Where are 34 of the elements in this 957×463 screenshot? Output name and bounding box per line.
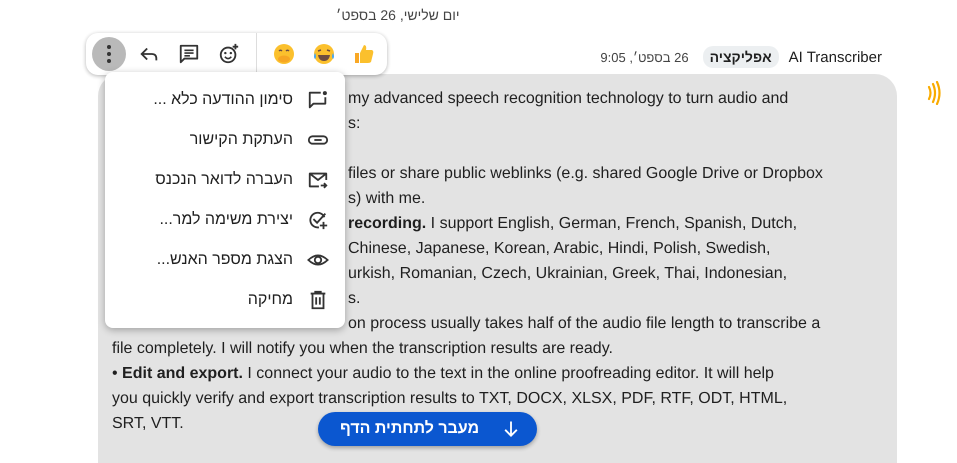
message-text: files or share public weblinks (e.g. shared Google Drive or Dropbox [348, 164, 823, 184]
date-divider: יום שלישי, 26 בספט׳ [336, 7, 460, 23]
menu-item[interactable]: העברה לדואר הנכנס [105, 160, 345, 200]
message-text: s. [348, 289, 360, 309]
laughing-face-icon [312, 42, 336, 66]
more-icon [107, 45, 111, 63]
message-text: s) with me. [348, 189, 426, 209]
menu-item[interactable]: סימון ההודעה כלא ... [105, 80, 345, 120]
menu-item[interactable]: מחיקה [105, 280, 345, 320]
more-button[interactable] [92, 37, 126, 71]
message-text: Chinese, Japanese, Korean, Arabic, Hindi, Polish, Swedish, [348, 239, 770, 259]
scroll-to-bottom-button[interactable]: מעבר לתחתית הדף [318, 412, 538, 446]
message-text: SRT, VTT. [112, 414, 184, 434]
menu-item[interactable]: הצגת מספר האנש... [105, 240, 345, 280]
app-badge: אפליקציה [702, 46, 779, 68]
check-plus-icon [307, 209, 329, 231]
message-text: urkish, Romanian, Czech, Ukrainian, Greek, Thai, Indonesian, [348, 264, 788, 284]
menu-item[interactable]: העתקת הקישור [105, 120, 345, 160]
chat-bubble-icon [307, 89, 329, 111]
thumbs-up-icon [352, 42, 376, 66]
message-text: s: [348, 114, 360, 134]
add-reaction-icon [218, 43, 240, 65]
message-text: you quickly verify and export transcription results to TXT, DOCX, XLSX, PDF, RTF, ODT, HTML, [112, 389, 788, 409]
message-text: • Edit and export. I connect your audio to the text in the online proofreading editor. It will help [112, 364, 774, 384]
message-text: my advanced speech recognition technology to turn audio and [348, 89, 788, 109]
sound-wave-icon [927, 81, 941, 105]
menu-item[interactable]: יצירת משימה למר... [105, 200, 345, 240]
message-text: on process usually takes half of the audio file length to transcribe a [348, 314, 820, 334]
message-time: 26 בספט׳, 9:05 [600, 50, 689, 64]
comment-icon [178, 43, 200, 65]
sender-name: AI Transcriber [788, 48, 882, 66]
message-text: recording. I support English, German, French, Spanish, Dutch, [348, 214, 798, 234]
message-text: file completely. I will notify you when the transcription results are ready. [112, 339, 613, 359]
face-icon [272, 42, 296, 66]
